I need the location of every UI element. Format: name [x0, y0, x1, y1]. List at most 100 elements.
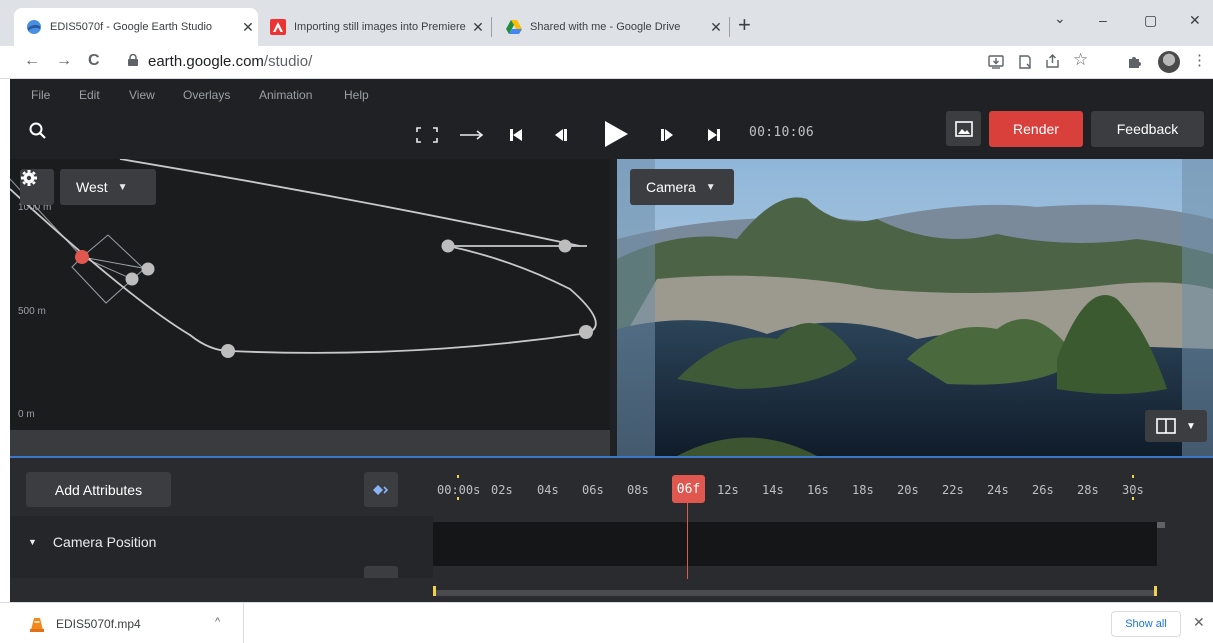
camera-dropdown-value: Camera — [646, 179, 696, 195]
fullscreen-icon[interactable] — [414, 123, 440, 147]
skip-to-start-icon[interactable] — [506, 123, 526, 147]
menu-edit[interactable]: Edit — [79, 88, 100, 102]
lock-icon — [128, 54, 138, 66]
y-axis-label-0: 0 m — [18, 409, 35, 420]
keyframe-diamond-icon — [373, 484, 389, 495]
menu-dots-icon[interactable]: ⋮ — [1192, 51, 1207, 69]
time-tick: 18s — [852, 483, 874, 497]
playhead-line — [687, 503, 688, 579]
selected-keyframe[interactable] — [75, 250, 89, 264]
camera-position-track[interactable]: ▼ Camera Position — [28, 534, 156, 550]
path-keyframe[interactable] — [125, 272, 139, 286]
time-tick: 30s — [1122, 483, 1144, 497]
y-axis-label-500: 500 m — [18, 306, 46, 317]
chevron-down-icon: ▼ — [705, 181, 716, 193]
time-tick: 14s — [762, 483, 784, 497]
menu-help[interactable]: Help — [344, 88, 369, 102]
cast-icon[interactable] — [1018, 54, 1032, 70]
install-icon[interactable] — [988, 54, 1004, 70]
image-icon — [954, 120, 973, 137]
download-item[interactable]: EDIS5070f.mp4 ^ — [10, 603, 244, 643]
track-handle[interactable] — [364, 566, 398, 578]
feedback-button[interactable]: Feedback — [1091, 111, 1204, 147]
playhead[interactable]: 06f — [672, 475, 705, 503]
next-frame-icon[interactable] — [658, 123, 678, 147]
close-tab-icon[interactable]: ✕ — [238, 19, 258, 36]
time-tick: 28s — [1077, 483, 1099, 497]
show-all-button[interactable]: Show all — [1111, 611, 1181, 637]
time-tick: 06s — [582, 483, 604, 497]
profile-avatar[interactable] — [1158, 51, 1180, 73]
split-view-icon — [1156, 418, 1176, 434]
tab-search-icon[interactable]: ⌄ — [1054, 10, 1066, 27]
download-filename: EDIS5070f.mp4 — [56, 616, 141, 631]
minimize-button[interactable]: – — [1099, 12, 1107, 28]
play-button[interactable] — [601, 117, 631, 151]
reload-button[interactable]: C — [88, 52, 100, 70]
address-bar[interactable]: earth.google.com/studio/ — [148, 53, 312, 70]
keyframe-track[interactable] — [433, 522, 1157, 566]
track-label: Camera Position — [52, 534, 157, 550]
tab-earth-studio[interactable]: EDIS5070f - Google Earth Studio ✕ — [14, 8, 258, 46]
chevron-down-icon: ▼ — [28, 537, 37, 547]
end-marker — [1132, 497, 1134, 500]
timeline-scrubber[interactable] — [433, 590, 1157, 596]
time-tick: 24s — [987, 483, 1009, 497]
path-keyframe[interactable] — [141, 262, 155, 276]
scrubber-end-handle[interactable] — [1154, 586, 1157, 596]
layout-toggle-button[interactable]: ▼ — [1145, 410, 1207, 442]
camera-path-graph[interactable]: 1000 m 500 m 0 m West ▼ — [10, 159, 610, 456]
previous-frame-icon[interactable] — [550, 123, 570, 147]
close-download-bar-icon[interactable]: ✕ — [1193, 614, 1205, 631]
camera-viewport[interactable]: Camera ▼ ▼ — [617, 159, 1213, 456]
track-scrollbar[interactable] — [1157, 522, 1165, 528]
tab-separator — [491, 17, 492, 37]
close-window-button[interactable]: ✕ — [1189, 12, 1201, 29]
path-keyframe[interactable] — [579, 325, 593, 339]
search-icon[interactable] — [28, 121, 48, 141]
close-tab-icon[interactable]: ✕ — [706, 19, 726, 36]
tab-premiere[interactable]: Importing still images into Premiere ✕ — [258, 8, 488, 46]
view-direction-dropdown[interactable]: West ▼ — [60, 169, 156, 205]
time-tick: 16s — [807, 483, 829, 497]
menu-animation[interactable]: Animation — [259, 88, 312, 102]
scrubber-start-handle[interactable] — [433, 586, 436, 596]
start-marker — [457, 475, 459, 478]
path-keyframe[interactable] — [221, 344, 235, 358]
camera-dropdown[interactable]: Camera ▼ — [630, 169, 734, 205]
chevron-up-icon[interactable]: ^ — [215, 616, 220, 628]
graph-scrollbar[interactable] — [10, 430, 610, 456]
back-button[interactable]: ← — [24, 52, 40, 70]
path-keyframe[interactable] — [558, 239, 572, 253]
tab-title: EDIS5070f - Google Earth Studio — [50, 21, 213, 33]
loop-arrow-icon[interactable] — [458, 123, 486, 147]
time-tick: 08s — [627, 483, 649, 497]
google-drive-favicon — [506, 20, 522, 34]
menu-file[interactable]: File — [31, 88, 50, 102]
close-tab-icon[interactable]: ✕ — [468, 19, 488, 36]
tab-separator — [729, 17, 730, 37]
graph-settings-button[interactable] — [20, 169, 54, 205]
menu-view[interactable]: View — [129, 88, 155, 102]
keyframe-toggle-button[interactable] — [364, 472, 398, 507]
path-keyframe[interactable] — [441, 239, 455, 253]
forward-button[interactable]: → — [56, 52, 72, 70]
browser-tab-strip: EDIS5070f - Google Earth Studio ✕ Import… — [0, 0, 1213, 46]
chevron-down-icon: ▼ — [117, 181, 128, 193]
google-earth-favicon — [27, 20, 41, 34]
tab-google-drive[interactable]: Shared with me - Google Drive ✕ — [494, 8, 726, 46]
render-button[interactable]: Render — [989, 111, 1083, 147]
url-host: earth.google.com — [148, 53, 264, 70]
time-tick: 02s — [491, 483, 513, 497]
menu-overlays[interactable]: Overlays — [183, 88, 230, 102]
url-path: /studio/ — [263, 53, 313, 70]
image-export-button[interactable] — [946, 111, 981, 146]
extensions-icon[interactable] — [1127, 54, 1142, 69]
bookmark-star-icon[interactable]: ☆ — [1073, 50, 1088, 70]
add-attributes-button[interactable]: Add Attributes — [26, 472, 171, 507]
share-icon[interactable] — [1045, 54, 1060, 69]
new-tab-button[interactable]: + — [738, 14, 751, 36]
skip-to-end-icon[interactable] — [704, 123, 724, 147]
timecode-display: 00:10:06 — [749, 125, 815, 140]
maximize-button[interactable]: ▢ — [1144, 12, 1157, 29]
